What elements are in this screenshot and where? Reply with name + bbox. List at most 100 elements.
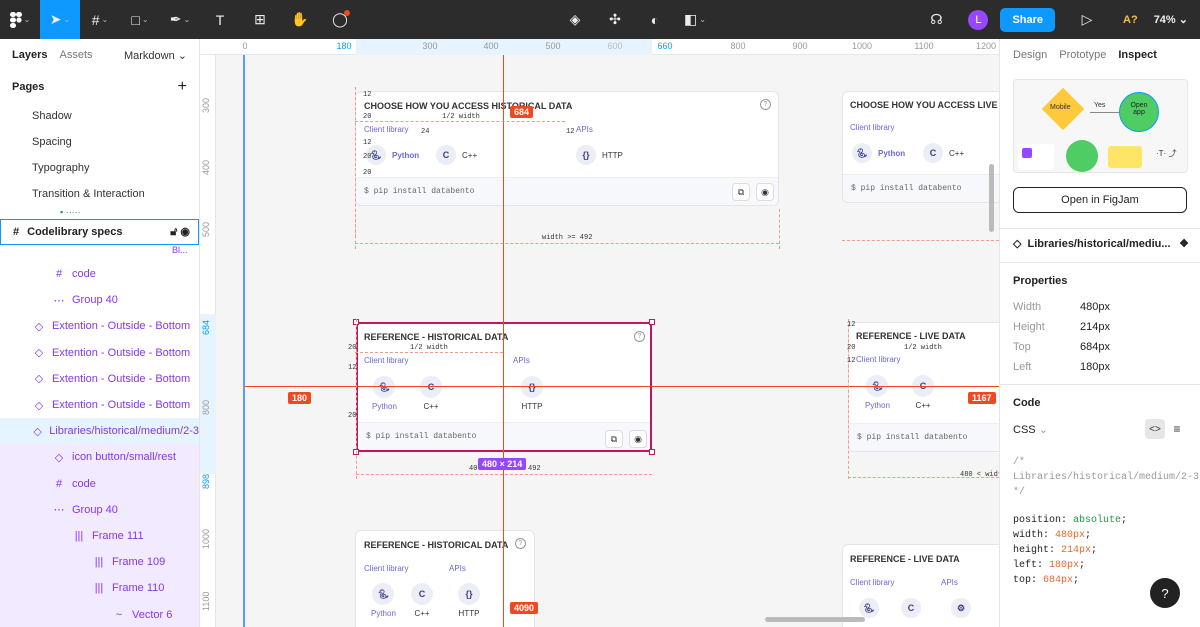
page-item[interactable]: Shadow (0, 103, 199, 129)
move-tool-icon[interactable]: ➤ ⌄ (40, 0, 80, 39)
tab-assets[interactable]: Assets (59, 49, 92, 61)
share-button[interactable]: Share (1000, 7, 1056, 32)
component-icon[interactable]: ◈ (555, 0, 595, 39)
layer-label: Frame 111 (92, 529, 144, 542)
layer-frame-selected[interactable]: # Codelibrary specs 🔓︎ ◉ (0, 219, 199, 245)
layer-item[interactable]: ~ Vector 6 (0, 601, 199, 627)
layer-item[interactable]: ◇ Extention - Outside - Bottom (0, 313, 199, 339)
card-historical-access[interactable]: CHOOSE HOW YOU ACCESS HISTORICAL DATA ? … (355, 91, 779, 206)
layer-type-icon: ||| (94, 582, 104, 595)
github-icon[interactable]: ◉ (629, 430, 647, 448)
hand-tool-icon[interactable]: ✋ (280, 0, 320, 39)
code-snippet: $ pip install databento (356, 177, 778, 205)
help-icon[interactable]: ? (760, 99, 771, 110)
help-icon[interactable]: ? (634, 331, 645, 342)
card-reference-live[interactable]: REFERENCE - LIVE DATA Client library 🐍︎P… (848, 322, 999, 452)
hidden-layer-item[interactable]: Bl... (0, 245, 199, 261)
tab-prototype[interactable]: Prototype (1059, 49, 1106, 61)
prop-left: Left 180px (1013, 361, 1110, 373)
copy-icon[interactable]: ⧉ (732, 183, 750, 201)
tab-design[interactable]: Design (1013, 49, 1047, 61)
code-view-icon[interactable]: <> (1145, 419, 1165, 439)
layer-item[interactable]: ◇ Extention - Outside - Bottom (0, 392, 199, 418)
shape-tool-icon[interactable]: □ ⌄ (120, 0, 160, 39)
resize-handle[interactable] (649, 319, 655, 325)
card-reference-historical[interactable]: REFERENCE - HISTORICAL DATA ? Client lib… (356, 322, 652, 452)
layer-item[interactable]: ◇ Extention - Outside - Bottom (0, 340, 199, 366)
layer-label: Extention - Outside - Bottom (52, 399, 191, 412)
layer-item[interactable]: ◇ icon button/small/rest (0, 444, 199, 471)
card-reference-live-small[interactable]: REFERENCE - LIVE DATA Client library API… (842, 544, 999, 627)
lib-cpp[interactable]: CC++ (923, 143, 964, 163)
cpp-icon: C (436, 145, 456, 165)
lib-http[interactable]: {} HTTP (521, 376, 543, 411)
layer-item[interactable]: ||| Frame 111 (0, 522, 199, 550)
text-tool-icon[interactable]: T (200, 0, 240, 39)
distance-badge: 1167 (968, 392, 996, 404)
layer-item[interactable]: ⋯ Group 40 (0, 496, 199, 523)
guide-vertical (503, 55, 504, 627)
lib-python[interactable]: 🐍︎Python (366, 145, 419, 165)
present-icon[interactable]: ▷ (1067, 0, 1107, 39)
lib-cpp[interactable]: CC++ (420, 376, 442, 411)
guide-horizontal (245, 386, 999, 387)
boolean-icon[interactable]: ◧ ⌄ (675, 0, 715, 39)
avatar[interactable]: L (968, 9, 989, 30)
zoom-level[interactable]: 74% ⌄ (1154, 13, 1188, 26)
page-item[interactable]: Transition & Interaction (0, 181, 199, 207)
toolbar: ⌄ ➤ ⌄ # ⌄ □ ⌄ ✒ ⌄ T ⊞ ✋ ◯ ◈ ✣ ◐ ◧ ⌄ ☊ L Share… (0, 0, 1200, 39)
card-live-access[interactable]: CHOOSE HOW YOU ACCESS LIVE DA Client lib… (842, 91, 999, 203)
list-view-icon[interactable]: ≡ (1169, 419, 1185, 439)
layer-item[interactable]: ◇ Extention - Outside - Bottom (0, 366, 199, 392)
copy-icon[interactable]: ⧉ (605, 430, 623, 448)
tab-inspect[interactable]: Inspect (1118, 49, 1157, 61)
help-button[interactable]: ? (1150, 578, 1180, 608)
lib-python[interactable]: 🐍︎Python (852, 143, 905, 163)
lib-cpp[interactable]: CC++ (411, 583, 433, 618)
lib-cpp[interactable]: CC++ (436, 145, 477, 165)
page-item[interactable]: Spacing (0, 129, 199, 155)
layer-item[interactable]: # code (0, 470, 199, 497)
cpp-icon: C (923, 143, 943, 163)
prop-width: Width 480px (1013, 301, 1110, 313)
pen-tool-icon[interactable]: ✒ ⌄ (160, 0, 200, 39)
resize-handle[interactable] (649, 449, 655, 455)
comment-icon[interactable]: ◯ (320, 0, 360, 39)
layer-item[interactable]: ◇ Libraries/historical/medium/2-3 (0, 418, 199, 445)
scrollbar-horizontal[interactable] (765, 617, 865, 622)
layer-label: Vector 6 (132, 608, 173, 621)
main-component-icon[interactable]: ❖ (1179, 237, 1189, 250)
lib-cpp[interactable]: CC++ (912, 375, 934, 410)
page-item[interactable]: Typography (0, 155, 199, 181)
layer-item[interactable]: ||| Frame 110 (0, 575, 199, 602)
layer-item[interactable]: ⋯ Group 40 (0, 287, 199, 313)
lib-http[interactable]: {} HTTP (458, 583, 480, 618)
css-line: top: 684px; (1013, 575, 1080, 586)
figma-menu-icon[interactable]: ⌄ (0, 0, 40, 39)
help-icon[interactable]: ? (515, 538, 526, 549)
layer-item[interactable]: ||| Frame 109 (0, 549, 199, 576)
lib-python[interactable]: 🐍︎Python (371, 583, 396, 618)
headphones-icon[interactable]: ☊ (916, 0, 956, 39)
component-row[interactable]: ◇ Libraries/historical/mediu... ❖ (1013, 237, 1189, 251)
tab-layers[interactable]: Layers (12, 49, 47, 61)
cpp-icon: C (411, 583, 433, 605)
layer-item[interactable]: # code (0, 261, 199, 287)
contrast-icon[interactable]: ◐ (635, 0, 675, 39)
scrollbar-vertical[interactable] (989, 164, 994, 232)
page-select[interactable]: Markdown ⌄ (124, 49, 187, 62)
card-reference-historical-small[interactable]: REFERENCE - HISTORICAL DATA ? Client lib… (355, 530, 535, 627)
lib-python[interactable]: 🐍︎Python (372, 376, 397, 411)
open-in-figjam-button[interactable]: Open in FigJam (1013, 187, 1187, 213)
resources-icon[interactable]: ⊞ (240, 0, 280, 39)
frame-tool-icon[interactable]: # ⌄ (80, 0, 120, 39)
github-icon[interactable]: ◉ (756, 183, 774, 201)
lib-python[interactable]: 🐍︎Python (865, 375, 890, 410)
add-page-icon[interactable]: + (178, 78, 187, 96)
code-language-select[interactable]: CSS ⌄ (1013, 423, 1048, 436)
styles-icon[interactable]: ✣ (595, 0, 635, 39)
accessibility-badge[interactable]: A? (1123, 14, 1138, 26)
lib-http[interactable]: {} HTTP (576, 145, 623, 165)
canvas[interactable]: 0 180 300 400 500 600 660 800 900 1000 1… (200, 39, 999, 627)
lock-icon[interactable]: 🔓︎ ◉ (170, 225, 190, 239)
